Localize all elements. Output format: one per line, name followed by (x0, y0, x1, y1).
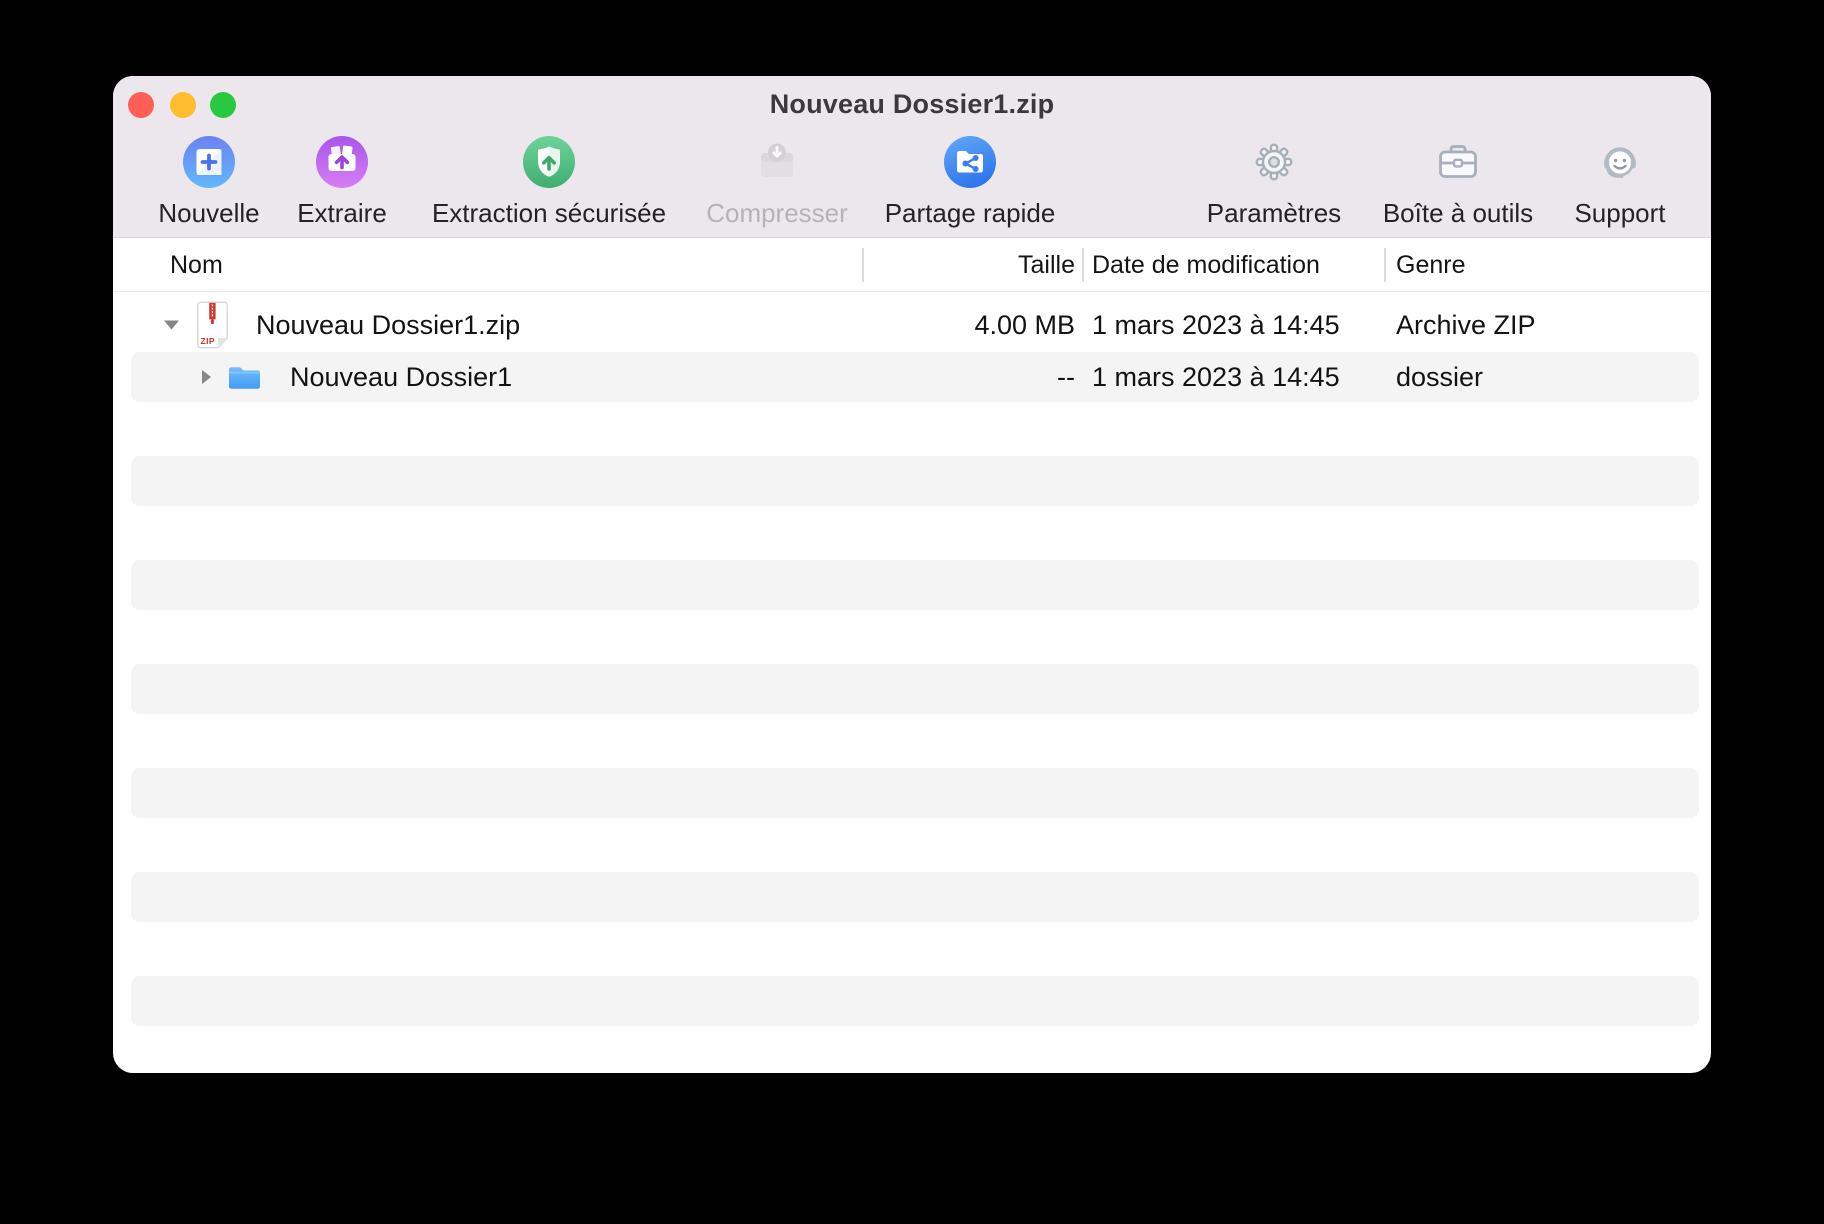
empty-row-striped (113, 559, 1711, 611)
column-header-kind[interactable]: Genre (1396, 238, 1465, 292)
empty-row (113, 819, 1711, 871)
toolbar-button-extract[interactable]: Extraire (272, 135, 412, 229)
file-date: 1 mars 2023 à 14:45 (1092, 351, 1340, 403)
empty-row (113, 507, 1711, 559)
file-name: Nouveau Dossier1.zip (256, 299, 520, 351)
empty-row-striped (113, 975, 1711, 1027)
file-date: 1 mars 2023 à 14:45 (1092, 299, 1340, 351)
archiver-window: Nouveau Dossier1.zip Nouvelle (113, 76, 1711, 1073)
toolbar-button-quick-share[interactable]: Partage rapide (860, 135, 1080, 229)
empty-row-striped (113, 871, 1711, 923)
folder-icon (227, 364, 262, 391)
extract-icon (315, 135, 369, 189)
toolbar-label: Compresser (706, 198, 848, 229)
list-header: Nom Taille Date de modification Genre (113, 238, 1711, 292)
toolbar-label: Support (1574, 198, 1665, 229)
toolbar-label: Extraire (297, 198, 387, 229)
toolbar-button-support[interactable]: Support (1550, 135, 1690, 229)
empty-row-striped (113, 663, 1711, 715)
window-title: Nouveau Dossier1.zip (113, 87, 1711, 121)
gear-icon (1247, 135, 1301, 189)
toolbar-button-settings[interactable]: Paramètres (1184, 135, 1364, 229)
toolbar-button-toolbox[interactable]: Boîte à outils (1358, 135, 1558, 229)
empty-row (113, 923, 1711, 975)
file-size: 4.00 MB (873, 299, 1075, 351)
disclosure-triangle-expanded-icon[interactable] (163, 320, 180, 331)
table-row-zip-archive[interactable]: ZIP Nouveau Dossier1.zip 4.00 MB 1 mars … (113, 299, 1711, 351)
disclosure-triangle-collapsed-icon[interactable] (201, 369, 212, 385)
support-headset-icon (1593, 135, 1647, 189)
compress-package-icon (750, 135, 804, 189)
column-divider (862, 248, 864, 282)
empty-row-striped (113, 767, 1711, 819)
empty-row (113, 403, 1711, 455)
file-list: ZIP Nouveau Dossier1.zip 4.00 MB 1 mars … (113, 299, 1711, 1027)
zip-file-icon: ZIP (197, 302, 228, 349)
toolbar-button-compress: Compresser (687, 135, 867, 229)
file-kind: Archive ZIP (1396, 299, 1536, 351)
column-divider (1384, 248, 1386, 282)
zip-badge-label: ZIP (201, 336, 215, 346)
new-archive-icon (182, 135, 236, 189)
column-header-name[interactable]: Nom (170, 238, 223, 292)
empty-row (113, 715, 1711, 767)
toolbar-label: Paramètres (1207, 198, 1341, 229)
quick-share-folder-icon (943, 135, 997, 189)
column-header-size[interactable]: Taille (873, 238, 1075, 292)
empty-row (113, 611, 1711, 663)
toolbar-label: Extraction sécurisée (432, 198, 666, 229)
empty-row-striped (113, 455, 1711, 507)
toolbar-button-new[interactable]: Nouvelle (139, 135, 279, 229)
column-divider (1082, 248, 1084, 282)
table-row-folder[interactable]: Nouveau Dossier1 -- 1 mars 2023 à 14:45 … (113, 351, 1711, 403)
toolbar-button-secure-extract[interactable]: Extraction sécurisée (409, 135, 689, 229)
toolbar-label: Nouvelle (158, 198, 259, 229)
desktop-background: Nouveau Dossier1.zip Nouvelle (0, 0, 1824, 1224)
file-size: -- (873, 351, 1075, 403)
toolbar-label: Partage rapide (885, 198, 1056, 229)
secure-extract-shield-icon (522, 135, 576, 189)
file-name: Nouveau Dossier1 (290, 351, 512, 403)
titlebar-toolbar: Nouveau Dossier1.zip Nouvelle (113, 76, 1711, 238)
toolbox-briefcase-icon (1431, 135, 1485, 189)
column-header-date[interactable]: Date de modification (1092, 238, 1320, 292)
toolbar-label: Boîte à outils (1383, 198, 1533, 229)
file-kind: dossier (1396, 351, 1483, 403)
